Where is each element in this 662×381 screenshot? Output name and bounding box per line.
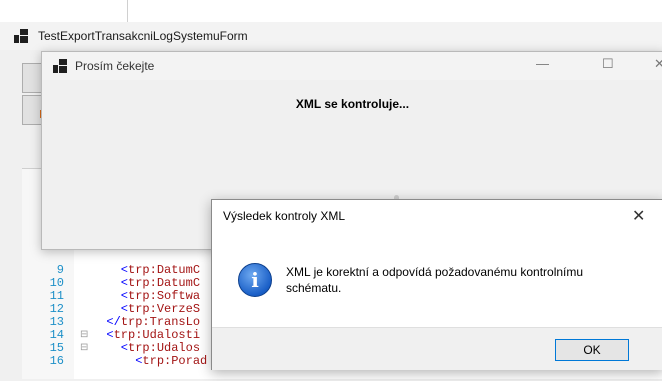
info-icon: i <box>238 263 272 297</box>
background-window-strip <box>0 0 662 23</box>
minimize-button[interactable]: — <box>536 56 549 71</box>
close-icon[interactable]: ✕ <box>632 206 645 226</box>
app-icon <box>53 59 67 73</box>
main-form-titlebar[interactable]: TestExportTransakcniLogSystemuForm <box>0 22 662 50</box>
code-line: 15 ⊟ <trp:Udalos <box>49 341 201 355</box>
code-line: 12 <trp:VerzeS <box>49 302 201 316</box>
close-button[interactable]: ✕ <box>654 56 662 72</box>
message-box-title: Výsledek kontroly XML <box>223 209 346 223</box>
ok-button[interactable]: OK <box>555 339 629 361</box>
wait-dialog-title: Prosím čekejte <box>75 59 155 73</box>
message-box-footer: OK <box>212 327 662 370</box>
main-form-title: TestExportTransakcniLogSystemuForm <box>38 29 248 43</box>
wait-message: XML se kontroluje... <box>295 97 410 111</box>
wait-dialog-titlebar[interactable]: Prosím čekejte — ☐ ✕ <box>42 52 662 80</box>
code-line: 16 <trp:Porad <box>49 354 208 368</box>
result-message-box: Výsledek kontroly XML ✕ i XML je korektn… <box>211 199 662 370</box>
maximize-button[interactable]: ☐ <box>602 56 614 72</box>
app-icon <box>14 29 28 43</box>
message-box-titlebar[interactable]: Výsledek kontroly XML ✕ <box>212 200 662 232</box>
code-line: 13 </trp:TransLo <box>49 315 201 329</box>
code-line: 9 <trp:DatumC <box>56 263 201 277</box>
divider <box>127 0 128 22</box>
code-line: 14 ⊟ <trp:Udalosti <box>49 328 201 342</box>
code-line: 10 <trp:DatumC <box>49 276 201 290</box>
code-line: 11 <trp:Softwa <box>49 289 201 303</box>
message-text: XML je korektní a odpovídá požadovanému … <box>286 265 584 295</box>
